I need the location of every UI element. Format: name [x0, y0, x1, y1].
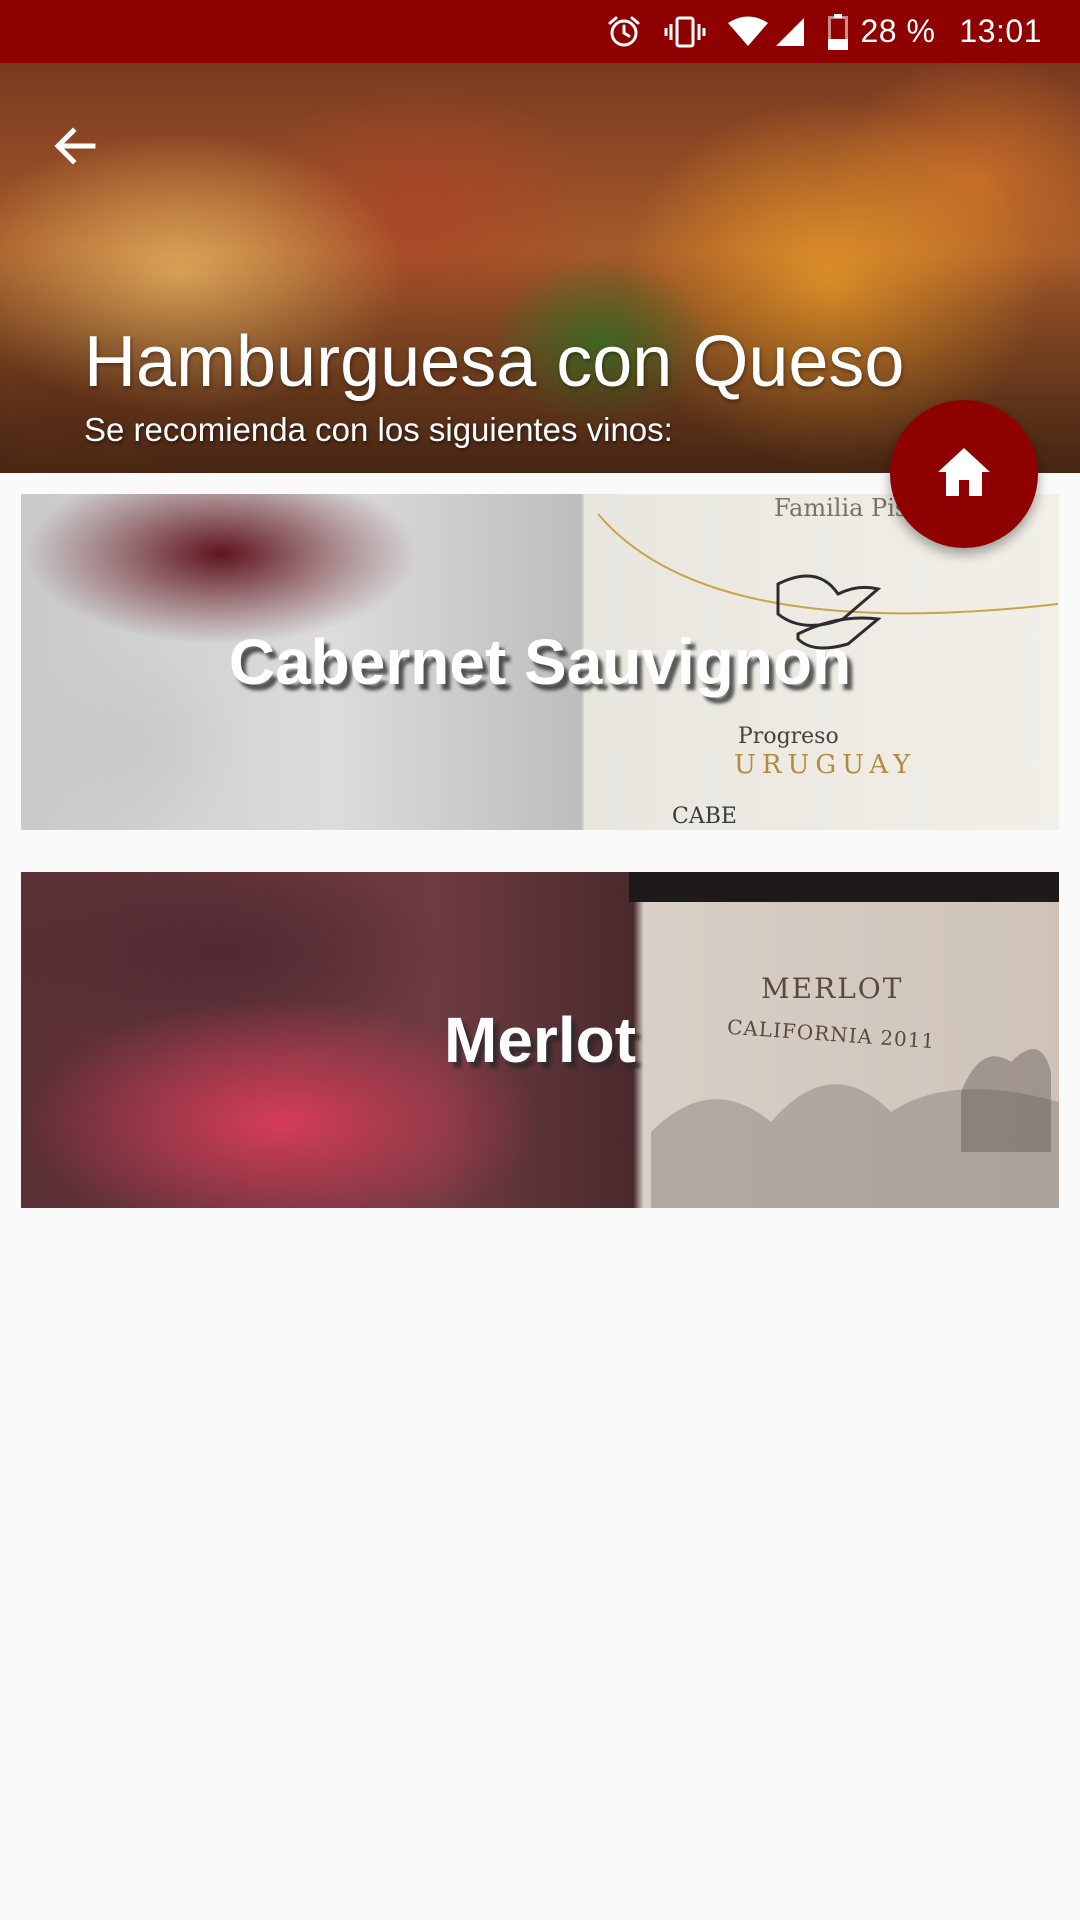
page-subtitle: Se recomienda con los siguientes vinos:	[84, 411, 673, 448]
label-text-line: CABE	[672, 804, 737, 829]
alarm-icon	[606, 14, 642, 50]
wine-label-image: MERLOT CALIFORNIA 2011	[631, 872, 1059, 1208]
arrow-back-icon	[51, 122, 99, 175]
battery-percentage: 28 %	[860, 13, 936, 49]
wine-name: Merlot	[444, 1004, 636, 1076]
home-icon	[936, 446, 992, 503]
vibrate-icon	[664, 14, 706, 50]
wine-card-cabernet-sauvignon[interactable]: Familia Pisano Progreso URUGUAY CABE Cab…	[21, 494, 1059, 830]
screen: 28 % 13:01 Hamburguesa con Queso Se reco…	[0, 0, 1080, 1920]
wine-name: Cabernet Sauvignon	[228, 626, 852, 698]
home-fab-button[interactable]	[890, 400, 1038, 548]
status-time: 13:01	[959, 13, 1042, 49]
status-bar: 28 % 13:01	[0, 0, 1080, 63]
label-text-line: URUGUAY	[734, 750, 917, 780]
label-text-line: Progreso	[738, 724, 839, 749]
page-title: Hamburguesa con Queso	[84, 322, 905, 402]
signal-icon	[774, 16, 806, 48]
wine-card-merlot[interactable]: MERLOT CALIFORNIA 2011 Merlot	[21, 872, 1059, 1208]
label-text-line: MERLOT	[761, 972, 904, 1005]
header-hero-image: Hamburguesa con Queso Se recomienda con …	[0, 63, 1080, 473]
battery-icon	[828, 13, 849, 50]
back-button[interactable]	[40, 113, 110, 183]
wifi-icon	[728, 16, 769, 48]
